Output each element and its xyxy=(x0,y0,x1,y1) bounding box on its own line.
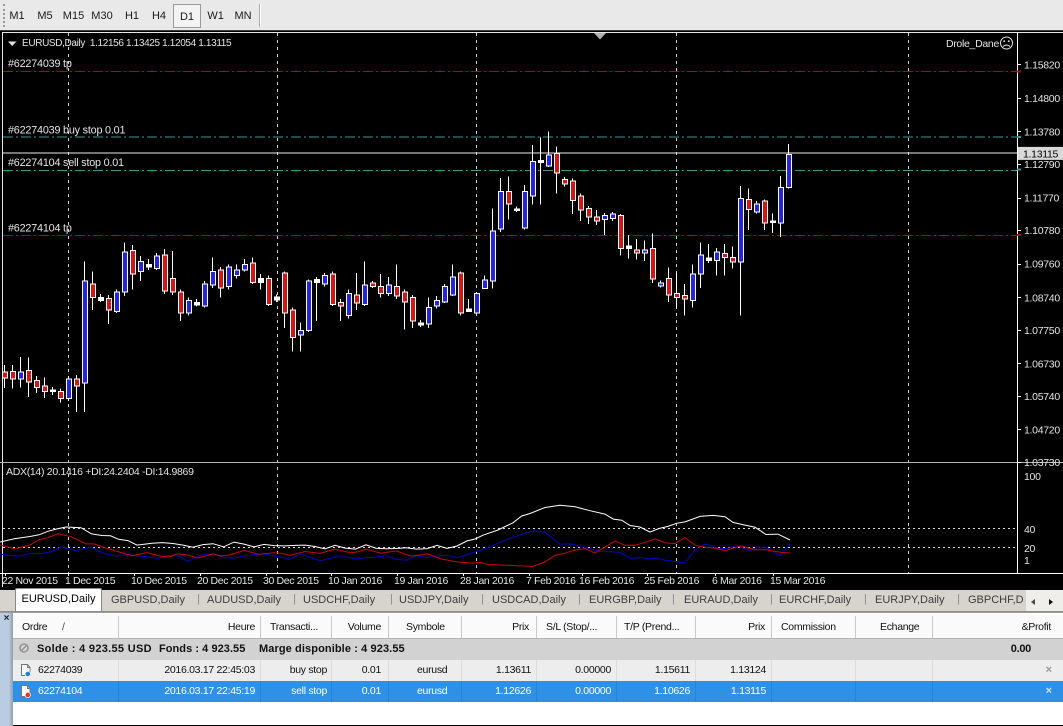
svg-text:#62274104 tp: #62274104 tp xyxy=(8,223,72,235)
svg-text:1.14800: 1.14800 xyxy=(1024,93,1060,105)
svg-text:1.05740: 1.05740 xyxy=(1024,391,1060,403)
svg-text:1.08740: 1.08740 xyxy=(1024,292,1060,304)
svg-text:1.09760: 1.09760 xyxy=(1024,259,1060,271)
svg-text:1.15820: 1.15820 xyxy=(1024,59,1060,71)
svg-text:22 Nov 2015: 22 Nov 2015 xyxy=(2,575,58,587)
svg-text:16 Feb 2016: 16 Feb 2016 xyxy=(579,575,635,587)
svg-text:7 Feb 2016: 7 Feb 2016 xyxy=(526,575,576,587)
svg-text:40: 40 xyxy=(1024,524,1036,536)
svg-text:1.10780: 1.10780 xyxy=(1024,225,1060,237)
svg-text:6 Mar 2016: 6 Mar 2016 xyxy=(712,575,762,587)
svg-text:#62274104 sell stop 0.01: #62274104 sell stop 0.01 xyxy=(8,157,124,169)
svg-text:30 Dec 2015: 30 Dec 2015 xyxy=(263,575,319,587)
svg-text:100: 100 xyxy=(1024,471,1041,483)
svg-text:28 Jan 2016: 28 Jan 2016 xyxy=(460,575,514,587)
svg-text:#62274039 buy stop 0.01: #62274039 buy stop 0.01 xyxy=(8,125,125,137)
svg-text:ADX(14) 20.1416 +DI:24.2404 -D: ADX(14) 20.1416 +DI:24.2404 -DI:14.9869 xyxy=(6,466,194,478)
svg-text:15 Mar 2016: 15 Mar 2016 xyxy=(770,575,826,587)
svg-text:1.03730: 1.03730 xyxy=(1024,457,1060,469)
svg-text:Drole_Dane: Drole_Dane xyxy=(946,38,999,50)
svg-text:10 Dec 2015: 10 Dec 2015 xyxy=(131,575,187,587)
svg-text:25 Feb 2016: 25 Feb 2016 xyxy=(644,575,700,587)
svg-text:1.12790: 1.12790 xyxy=(1024,159,1060,171)
svg-text:EURUSD,Daily 1.12156 1.13425: EURUSD,Daily 1.12156 1.13425 1.12054 1.1… xyxy=(22,38,232,49)
svg-text:1.11770: 1.11770 xyxy=(1024,193,1060,205)
svg-text:1.13780: 1.13780 xyxy=(1024,127,1060,139)
svg-text:1 Dec 2015: 1 Dec 2015 xyxy=(65,575,116,587)
svg-text:1.07750: 1.07750 xyxy=(1024,325,1060,337)
svg-text:#62274039 tp: #62274039 tp xyxy=(8,58,72,70)
svg-text:1: 1 xyxy=(1024,555,1030,567)
svg-text:1.13115: 1.13115 xyxy=(1023,148,1059,160)
svg-text:19 Jan 2016: 19 Jan 2016 xyxy=(394,575,448,587)
svg-text:1.06730: 1.06730 xyxy=(1024,358,1060,370)
svg-text:1.04720: 1.04720 xyxy=(1024,425,1060,437)
svg-text:20 Dec 2015: 20 Dec 2015 xyxy=(197,575,253,587)
svg-text:10 Jan 2016: 10 Jan 2016 xyxy=(328,575,382,587)
svg-text:20: 20 xyxy=(1024,543,1036,555)
